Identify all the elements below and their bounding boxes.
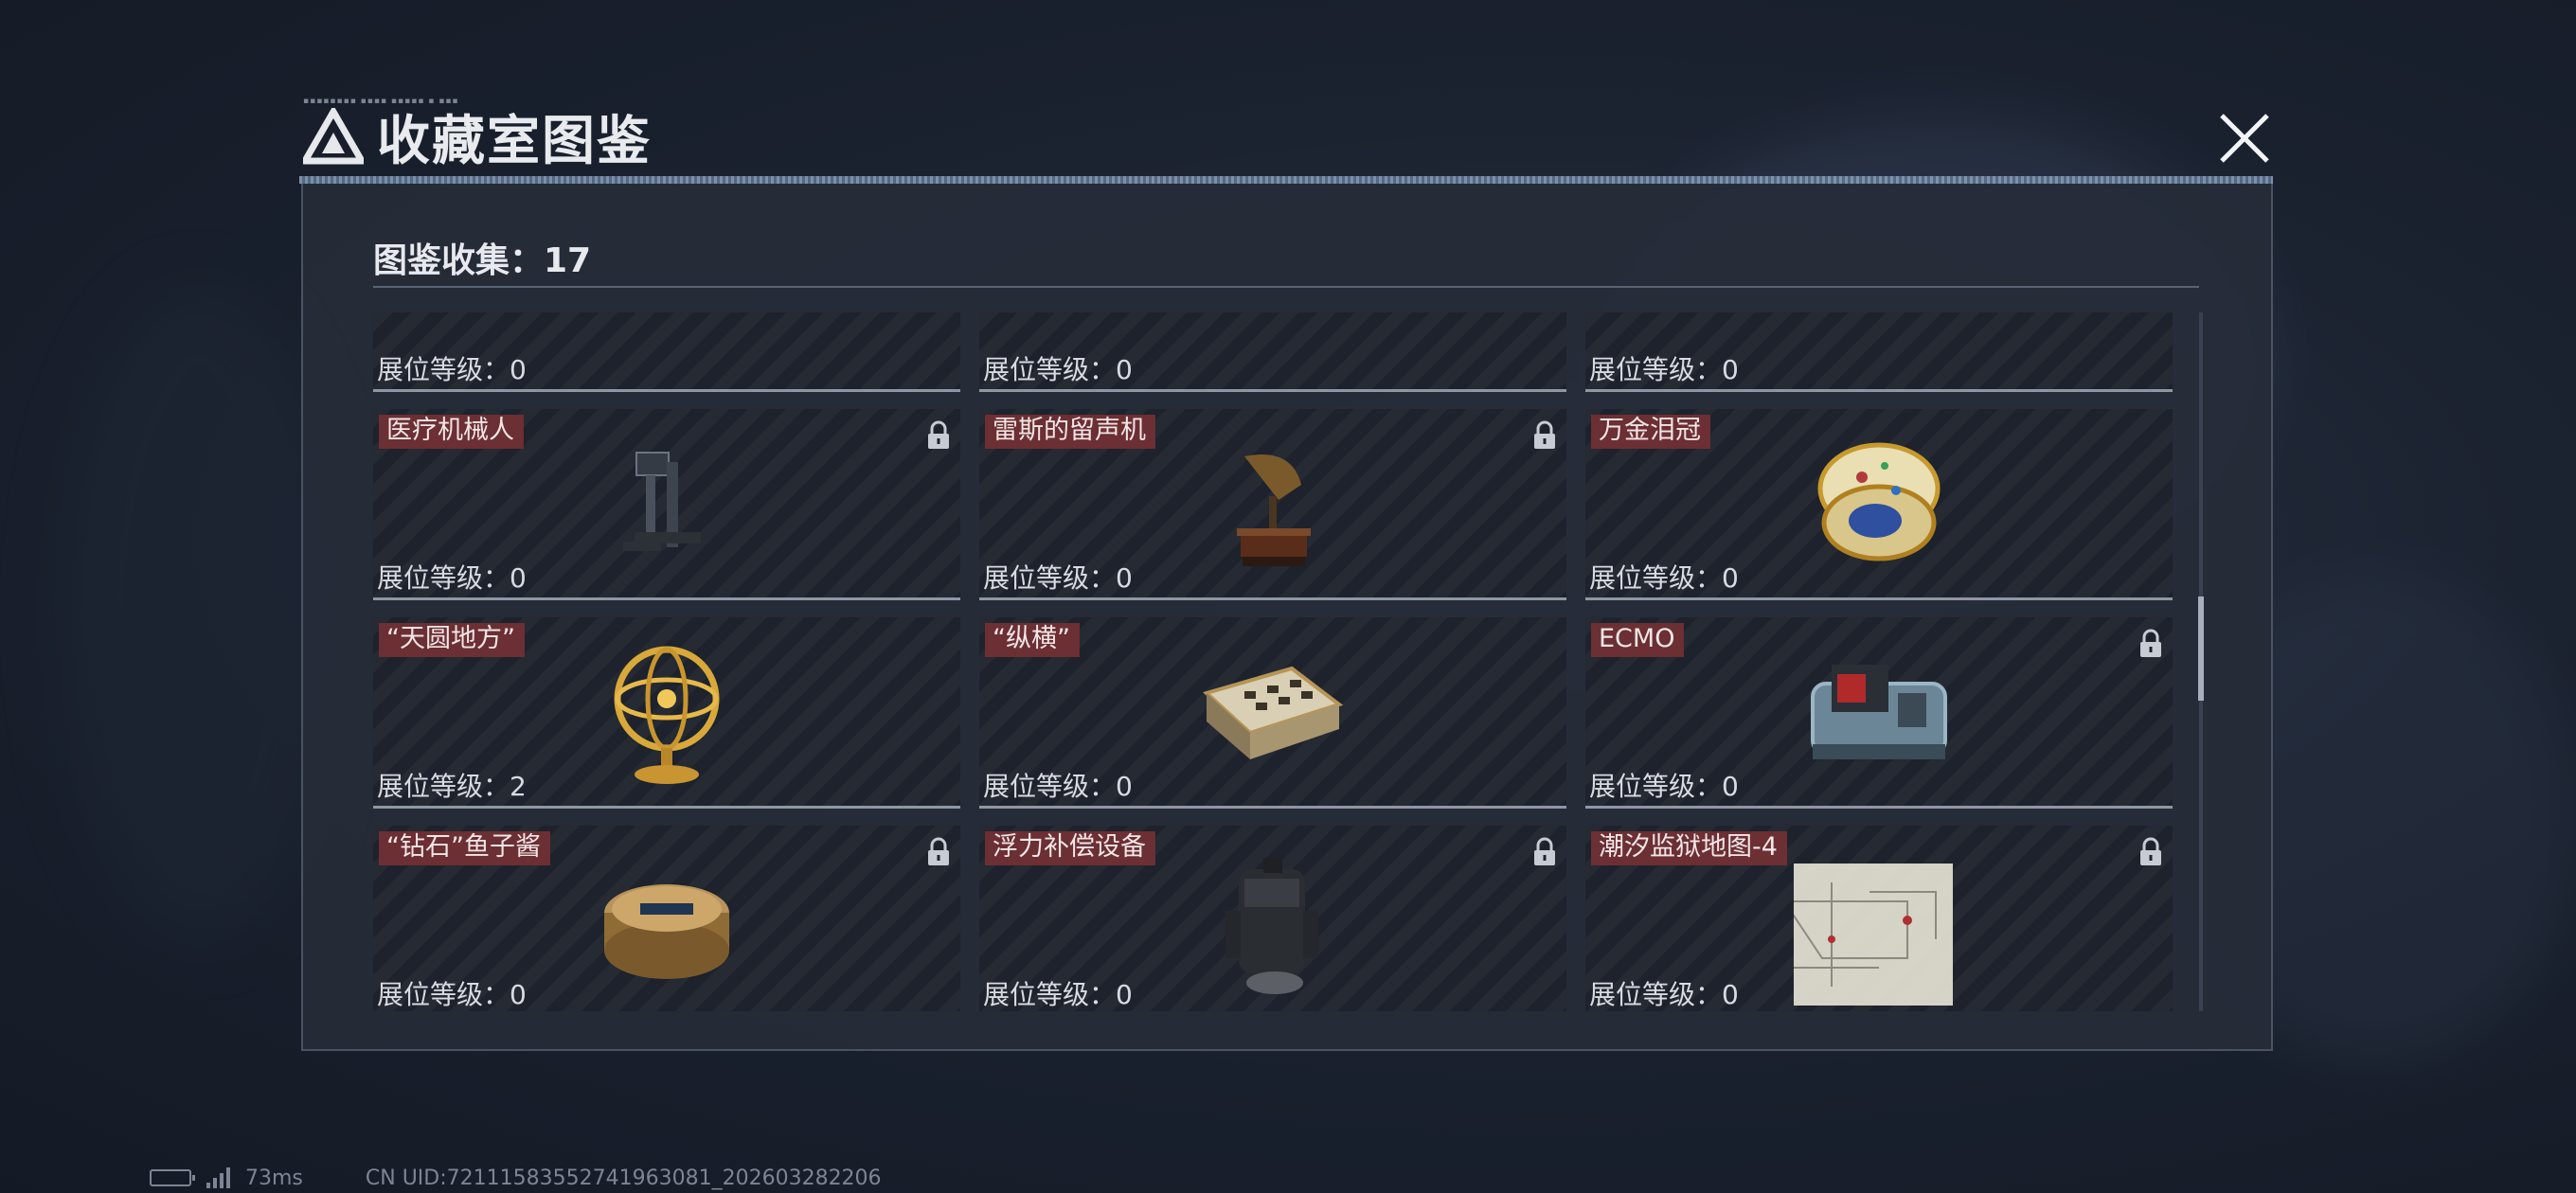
card-name-tag: “钻石”鱼子酱 — [379, 831, 550, 865]
card-level-label: 展位等级：0 — [1589, 771, 1739, 802]
card-level-label: 展位等级：0 — [377, 354, 527, 385]
window-header: 收藏室图鉴 — [303, 102, 652, 172]
close-button[interactable] — [2210, 104, 2279, 172]
lock-icon — [2140, 629, 2161, 657]
background-blur — [57, 284, 341, 947]
divider — [373, 286, 2199, 288]
caviar-tin-image — [604, 884, 729, 979]
card-level-label: 展位等级：0 — [1589, 562, 1739, 594]
collection-card[interactable]: “纵横” 展位等级：0 — [979, 617, 1566, 809]
card-level-label: 展位等级：0 — [377, 979, 527, 1010]
scrollbar[interactable] — [2198, 312, 2204, 1011]
delta-logo-icon — [303, 108, 364, 165]
card-level-label: 展位等级：0 — [983, 979, 1133, 1010]
collection-card[interactable]: 雷斯的留声机 展位等级：0 — [979, 409, 1566, 600]
ecmo-machine-image — [1811, 665, 1947, 759]
grey-box-image — [1188, 312, 1358, 388]
collection-count: 图鉴收集：17 — [373, 241, 592, 280]
collection-card[interactable]: ECMO 展位等级：0 — [1585, 617, 2173, 809]
battery-icon — [150, 1169, 195, 1186]
buoyancy-device-image — [1225, 858, 1318, 994]
jeweled-egg-image — [1817, 442, 1941, 561]
card-name-tag: “天圆地方” — [379, 623, 525, 657]
window-title: 收藏室图鉴 — [377, 110, 652, 172]
lock-icon — [2140, 837, 2161, 865]
card-level-label: 展位等级：0 — [1589, 354, 1739, 385]
collection-card[interactable]: 展位等级：0 — [373, 312, 960, 392]
ping-value: 73ms — [245, 1166, 303, 1190]
collection-panel: 图鉴收集：17 展位等级：0 展位等级：0 展位等级：0 医疗机械人 展位等级：0 雷斯的… — [301, 184, 2273, 1051]
scrollbar-thumb[interactable] — [2198, 596, 2204, 701]
card-name-tag: 万金泪冠 — [1591, 415, 1710, 449]
card-grid: 展位等级：0 展位等级：0 展位等级：0 医疗机械人 展位等级：0 雷斯的留声机 展位等级：… — [373, 312, 2173, 1011]
game-screen: ▪▪▪▪▪▪▪▪ ▪▪▪▪ ▪▪▪▪▪ ▪ ▪▪▪ 收藏室图鉴 图鉴收集：17 … — [0, 0, 2576, 1193]
user-uid: CN UID:72111583552741963081_202603282206 — [365, 1166, 882, 1190]
status-bar: 73ms CN UID:72111583552741963081_2026032… — [150, 1165, 882, 1191]
lock-icon — [1534, 837, 1555, 865]
card-name-tag: 浮力补偿设备 — [985, 831, 1155, 865]
medical-robot-image — [623, 452, 701, 551]
close-icon — [2220, 114, 2269, 163]
collection-card[interactable]: 医疗机械人展位等级：0 — [373, 409, 960, 600]
card-name-tag: 雷斯的留声机 — [985, 415, 1155, 449]
card-name-tag: 潮汐监狱地图-4 — [1591, 831, 1787, 865]
lock-icon — [928, 837, 949, 865]
card-level-label: 展位等级：0 — [983, 562, 1133, 594]
lock-icon — [1534, 420, 1555, 449]
header-divider — [299, 176, 2273, 184]
card-level-label: 展位等级：2 — [377, 771, 527, 802]
card-name-tag: ECMO — [1591, 623, 1685, 657]
prison-map-image — [1794, 864, 1953, 1006]
lock-icon — [928, 420, 949, 449]
collection-card[interactable]: 潮汐监狱地图-4 展位等级：0 — [1585, 826, 2173, 1011]
collection-card[interactable]: 万金泪冠展位等级：0 — [1585, 409, 2173, 600]
collection-card[interactable]: 浮力补偿设备 展位等级：0 — [979, 826, 1566, 1011]
armillary-sphere-image — [614, 646, 720, 784]
gramophone-image — [1237, 454, 1311, 566]
card-level-label: 展位等级：0 — [377, 562, 527, 594]
card-level-label: 展位等级：0 — [1589, 979, 1739, 1010]
card-level-label: 展位等级：0 — [983, 354, 1133, 385]
card-level-label: 展位等级：0 — [983, 771, 1133, 802]
collection-card[interactable]: 展位等级：0 — [1585, 312, 2173, 392]
collection-card[interactable]: 展位等级：0 — [979, 312, 1566, 392]
clock-machine-image — [581, 312, 752, 388]
card-grid-viewport[interactable]: 展位等级：0 展位等级：0 展位等级：0 医疗机械人 展位等级：0 雷斯的留声机 展位等级：… — [373, 312, 2173, 1011]
card-name-tag: 医疗机械人 — [379, 415, 524, 449]
collection-card[interactable]: “钻石”鱼子酱 展位等级：0 — [373, 826, 960, 1011]
collection-card[interactable]: “天圆地方” 展位等级：2 — [373, 617, 960, 809]
ornate-panel-image — [1794, 312, 1964, 388]
card-name-tag: “纵横” — [985, 623, 1080, 657]
chess-box-image — [1203, 666, 1344, 759]
signal-icon — [206, 1167, 230, 1188]
